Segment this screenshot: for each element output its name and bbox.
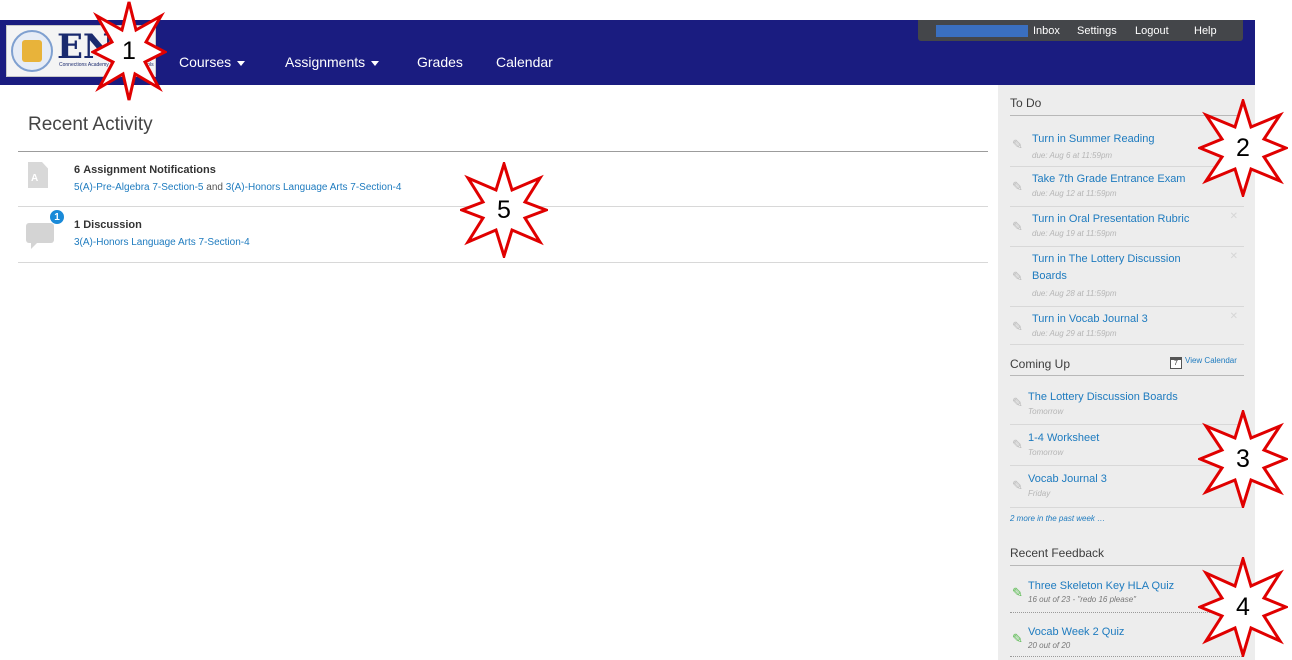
- callout-star-2: 2: [1198, 99, 1288, 197]
- todo-item[interactable]: ✎ Turn in The Lottery Discussion Boards …: [1010, 247, 1244, 307]
- todo-link[interactable]: Turn in The Lottery Discussion Boards: [1032, 251, 1202, 285]
- todo-due: due: Aug 19 at 11:59pm: [1032, 229, 1117, 238]
- callout-number: 5: [497, 195, 511, 224]
- todo-due: due: Aug 29 at 11:59pm: [1032, 329, 1117, 338]
- graded-check-icon: ✎: [1012, 585, 1023, 600]
- pencil-icon: ✎: [1012, 437, 1023, 452]
- activity-count: 6: [74, 164, 81, 176]
- course-link-honors-la[interactable]: 3(A)-Honors Language Arts 7-Section-4: [74, 237, 250, 248]
- activity-title: 1 Discussion: [74, 219, 142, 231]
- more-in-past-week-link[interactable]: 2 more in the past week …: [1010, 514, 1105, 523]
- callout-number: 4: [1236, 592, 1250, 621]
- logout-link[interactable]: Logout: [1135, 25, 1169, 37]
- todo-link[interactable]: Take 7th Grade Entrance Exam: [1032, 171, 1222, 188]
- unread-badge: 1: [49, 209, 65, 225]
- page-title: Recent Activity: [28, 114, 153, 135]
- nav-calendar-label: Calendar: [496, 54, 553, 70]
- user-menu-bar: Inbox Settings Logout Help: [918, 20, 1243, 41]
- pencil-icon: ✎: [1012, 137, 1023, 152]
- nav-grades[interactable]: Grades: [417, 54, 463, 70]
- todo-due: due: Aug 28 at 11:59pm: [1032, 289, 1117, 298]
- callout-number: 1: [122, 36, 136, 65]
- todo-due: due: Aug 6 at 11:59pm: [1032, 151, 1113, 160]
- recent-feedback-heading: Recent Feedback: [1010, 546, 1105, 560]
- nav-grades-label: Grades: [417, 54, 463, 70]
- callout-star-3: 3: [1198, 410, 1288, 508]
- activity-title: 6 Assignment Notifications: [74, 164, 216, 176]
- course-link-honors-la[interactable]: 3(A)-Honors Language Arts 7-Section-4: [226, 182, 402, 193]
- todo-link[interactable]: Turn in Oral Presentation Rubric: [1032, 211, 1222, 228]
- feedback-link[interactable]: Vocab Week 2 Quiz: [1028, 624, 1218, 641]
- coming-up-heading: Coming Up: [1010, 357, 1071, 371]
- activity-label: Assignment Notifications: [83, 164, 216, 176]
- inbox-link[interactable]: Inbox: [1033, 25, 1060, 37]
- nav-courses[interactable]: Courses: [179, 54, 246, 70]
- callout-star-1: 1: [91, 0, 167, 102]
- todo-due: due: Aug 12 at 11:59pm: [1032, 189, 1117, 198]
- todo-link[interactable]: Turn in Vocab Journal 3: [1032, 311, 1222, 328]
- help-link[interactable]: Help: [1194, 25, 1217, 37]
- pencil-icon: ✎: [1012, 478, 1023, 493]
- todo-item[interactable]: ✎ Turn in Vocab Journal 3 due: Aug 29 at…: [1010, 307, 1244, 345]
- coming-up-link[interactable]: The Lottery Discussion Boards: [1028, 389, 1218, 406]
- nav-courses-label: Courses: [179, 54, 232, 70]
- pencil-icon: ✎: [1012, 179, 1023, 194]
- nav-assignments[interactable]: Assignments: [285, 54, 380, 70]
- chevron-down-icon: [237, 60, 246, 66]
- feedback-detail: 20 out of 20: [1028, 641, 1071, 650]
- coming-up-when: Tomorrow: [1028, 448, 1064, 457]
- view-calendar-link[interactable]: View Calendar: [1185, 356, 1237, 365]
- settings-link[interactable]: Settings: [1077, 25, 1117, 37]
- activity-links: 3(A)-Honors Language Arts 7-Section-4: [74, 237, 250, 248]
- coming-up-divider: [1010, 375, 1244, 376]
- dismiss-icon[interactable]: ✕: [1230, 311, 1238, 322]
- callout-number: 2: [1236, 133, 1250, 162]
- activity-links: 5(A)-Pre-Algebra 7-Section-5 and 3(A)-Ho…: [74, 182, 401, 193]
- callout-star-5: 5: [460, 162, 548, 258]
- pencil-icon: ✎: [1012, 395, 1023, 410]
- course-link-pre-algebra[interactable]: 5(A)-Pre-Algebra 7-Section-5: [74, 182, 204, 193]
- link-joiner: and: [206, 182, 223, 193]
- graded-check-icon: ✎: [1012, 631, 1023, 646]
- page-root: EN Connections Academy East Texas School…: [0, 0, 1292, 660]
- dismiss-icon[interactable]: ✕: [1230, 251, 1238, 262]
- activity-count: 1: [74, 219, 81, 231]
- pencil-icon: ✎: [1012, 319, 1023, 334]
- callout-number: 3: [1236, 444, 1250, 473]
- pencil-icon: ✎: [1012, 219, 1023, 234]
- chevron-down-icon: [371, 60, 380, 66]
- dismiss-icon[interactable]: ✕: [1230, 211, 1238, 222]
- activity-label: Discussion: [83, 219, 142, 231]
- pencil-icon: ✎: [1012, 269, 1023, 284]
- coming-up-when: Friday: [1028, 489, 1051, 498]
- callout-star-4: 4: [1198, 557, 1288, 657]
- assignment-doc-icon: A: [28, 162, 48, 188]
- discussion-bubble-icon: [26, 223, 54, 249]
- todo-link[interactable]: Turn in Summer Reading: [1032, 131, 1222, 148]
- coming-up-link[interactable]: Vocab Journal 3: [1028, 471, 1218, 488]
- logo-emblem-icon: [11, 30, 53, 72]
- todo-item[interactable]: ✎ Turn in Oral Presentation Rubric due: …: [1010, 207, 1244, 247]
- todo-heading: To Do: [1010, 96, 1042, 110]
- coming-up-link[interactable]: 1-4 Worksheet: [1028, 430, 1218, 447]
- feedback-detail: 16 out of 23 - "redo 16 please": [1028, 595, 1136, 604]
- nav-calendar[interactable]: Calendar: [496, 54, 553, 70]
- feedback-link[interactable]: Three Skeleton Key HLA Quiz: [1028, 578, 1218, 595]
- calendar-icon[interactable]: 7: [1170, 357, 1182, 369]
- coming-up-when: Tomorrow: [1028, 407, 1064, 416]
- nav-assignments-label: Assignments: [285, 54, 366, 70]
- user-name-redacted[interactable]: [936, 25, 1028, 37]
